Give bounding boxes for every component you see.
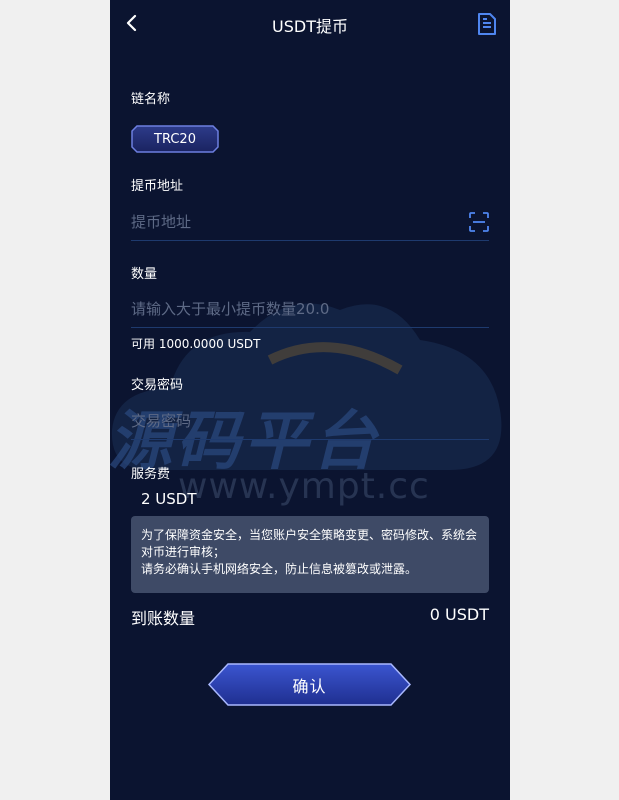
fee-label: 服务费 [131, 467, 171, 482]
page-title: USDT提币 [272, 17, 348, 36]
address-field [131, 206, 489, 241]
app-screen: 源码平台 www.ympt.cc USDT提币 链名称 TRC20 提币地址 提… [110, 0, 510, 800]
notice-line-1: 为了保障资金安全，当您账户安全策略变更、密码修改、系统会对币进行审核； [141, 528, 478, 559]
notice-line-2: 请务必确认手机网络安全，防止信息被篡改或泄露。 [141, 562, 418, 576]
receive-label: 到账数量 [131, 609, 196, 628]
available-balance: 可用 1000.0000 USDT [131, 337, 261, 351]
records-button[interactable] [476, 12, 498, 36]
password-field [131, 405, 489, 440]
address-input[interactable] [131, 206, 451, 238]
header: USDT提币 [110, 0, 510, 46]
notice-box: 为了保障资金安全，当您账户安全策略变更、密码修改、系统会对币进行审核； 请务必确… [131, 516, 489, 593]
chain-option-trc20[interactable]: TRC20 [131, 125, 219, 153]
chain-label: 链名称 [131, 92, 171, 107]
receive-value: 0 USDT [429, 605, 489, 624]
password-label: 交易密码 [131, 378, 184, 393]
document-icon [478, 13, 496, 35]
chain-option-label: TRC20 [154, 131, 196, 147]
scan-icon [469, 212, 489, 232]
fee-value: 2 USDT [141, 490, 197, 508]
address-label: 提币地址 [131, 179, 184, 194]
amount-field [131, 293, 489, 328]
scan-button[interactable] [469, 212, 489, 232]
password-input[interactable] [131, 405, 451, 437]
amount-input[interactable] [131, 293, 451, 325]
watermark-url: www.ympt.cc [178, 466, 430, 507]
confirm-button[interactable]: 确认 [208, 663, 411, 706]
confirm-label: 确认 [292, 676, 327, 696]
amount-label: 数量 [131, 267, 158, 282]
